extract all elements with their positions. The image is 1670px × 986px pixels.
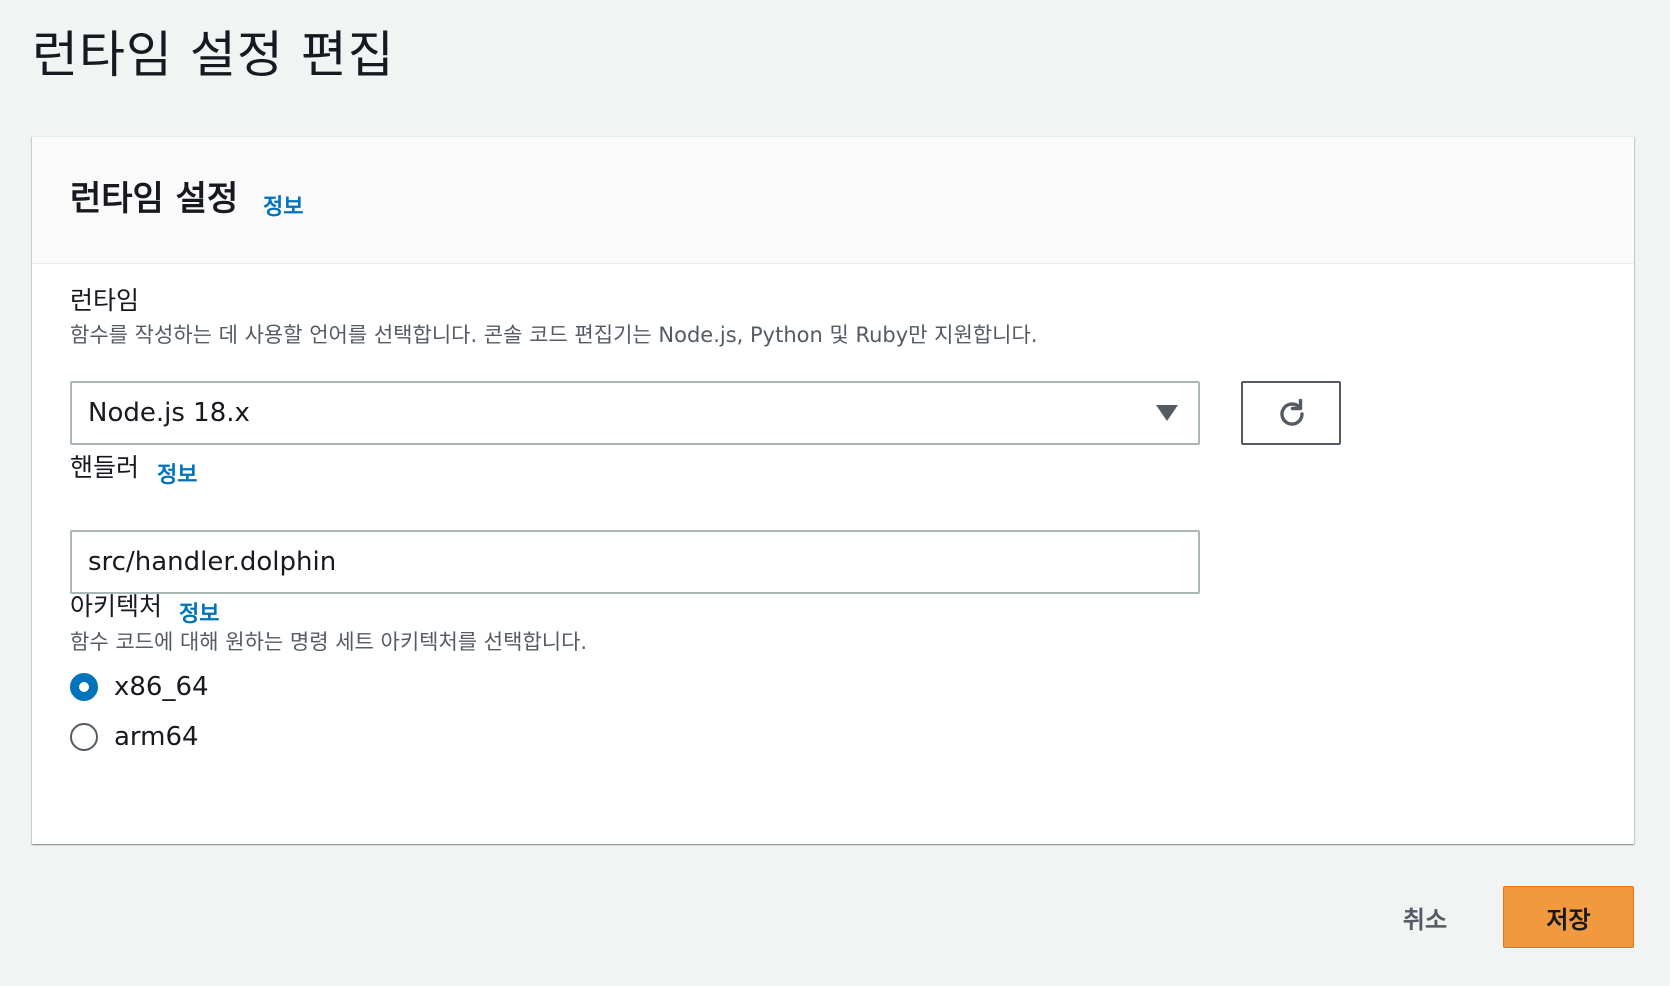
architecture-description: 함수 코드에 대해 원하는 명령 세트 아키텍처를 선택합니다. <box>70 630 588 654</box>
runtime-description: 함수를 작성하는 데 사용할 언어를 선택합니다. 콘솔 코드 편집기는 Nod… <box>70 323 1038 347</box>
refresh-button[interactable] <box>1241 381 1341 445</box>
handler-label: 핸들러 <box>70 453 140 482</box>
runtime-label: 런타임 <box>70 286 140 315</box>
runtime-select[interactable]: Node.js 18.x <box>70 381 1200 445</box>
architecture-info-link[interactable]: 정보 <box>179 596 219 628</box>
radio-label: x86_64 <box>114 672 209 702</box>
refresh-icon <box>1280 398 1304 426</box>
panel-header: 런타임 설정 정보 <box>32 137 1634 264</box>
cancel-button[interactable]: 취소 <box>1370 886 1480 948</box>
page-title: 런타임 설정 편집 <box>32 26 395 84</box>
panel-title: 런타임 설정 <box>70 179 239 219</box>
handler-info-link[interactable]: 정보 <box>157 457 197 489</box>
save-button[interactable]: 저장 <box>1503 886 1634 948</box>
caret-down-icon <box>1156 405 1178 421</box>
runtime-settings-panel: 런타임 설정 정보 런타임 함수를 작성하는 데 사용할 언어를 선택합니다. … <box>32 136 1634 844</box>
radio-label: arm64 <box>114 722 199 752</box>
radio-checked-icon[interactable] <box>70 673 98 701</box>
panel-info-link[interactable]: 정보 <box>263 189 303 221</box>
architecture-label: 아키텍처 <box>70 592 163 621</box>
runtime-selected-value: Node.js 18.x <box>88 398 250 428</box>
handler-input[interactable] <box>70 530 1200 594</box>
radio-unchecked-icon[interactable] <box>70 723 98 751</box>
